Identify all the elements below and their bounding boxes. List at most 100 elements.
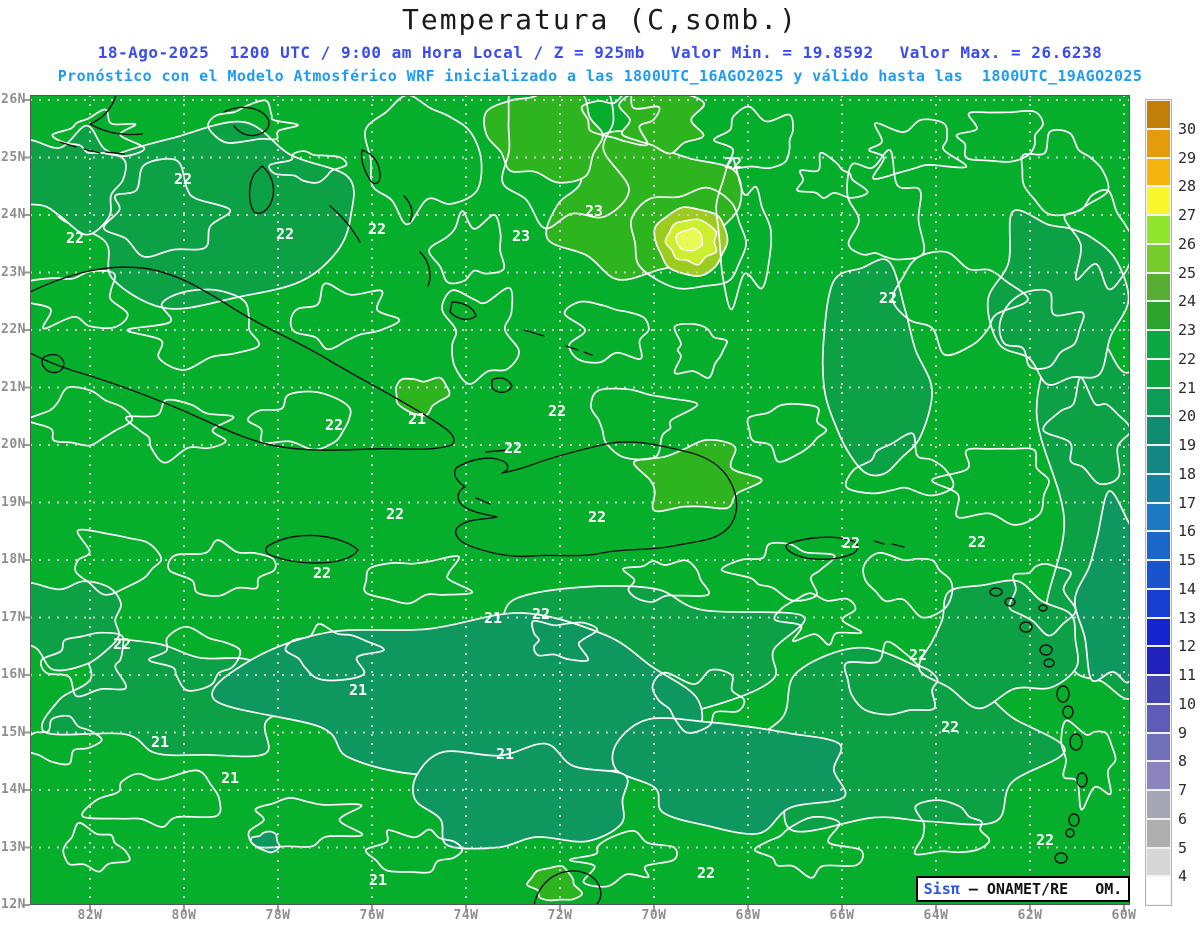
lat-label-18N: 18N [1, 552, 26, 567]
contour-label: 22 [386, 505, 404, 523]
forecast-datetime-line: 18-Ago-2025 1200 UTC / 9:00 am Hora Loca… [0, 43, 1200, 62]
colorbar-cell [1146, 243, 1171, 273]
colorbar-cell [1146, 703, 1171, 733]
colorbar-label-9: 9 [1178, 723, 1188, 742]
colorbar-label-24: 24 [1178, 292, 1197, 311]
contour-label: 23 [512, 227, 530, 245]
sispi-logo: Sisπ [923, 880, 960, 898]
colorbar-cell [1146, 330, 1171, 359]
colorbar-label-20: 20 [1178, 407, 1197, 426]
contour-label: 22 [113, 635, 131, 653]
colorbar-label-8: 8 [1178, 752, 1188, 771]
contour-label: 22 [276, 225, 294, 243]
colorbar-label-27: 27 [1178, 206, 1197, 224]
contour-label: 22 [588, 508, 606, 526]
colorbar-cell [1146, 128, 1171, 158]
colorbar-cell [1146, 617, 1171, 647]
contour-label: 22 [724, 154, 742, 172]
colorbar-label-21: 21 [1178, 378, 1197, 397]
lon-label-72W: 72W [547, 908, 573, 923]
lon-label-70W: 70W [641, 908, 667, 923]
colorbar-cell [1146, 358, 1171, 388]
contour-label: 22 [313, 564, 331, 582]
colorbar-label-26: 26 [1178, 234, 1197, 253]
lon-label-60W: 60W [1111, 908, 1137, 923]
lon-label-82W: 82W [77, 908, 103, 923]
page-title: Temperatura (C,somb.) [401, 3, 798, 36]
colorbar-cell [1146, 387, 1171, 417]
colorbar-label-5: 5 [1178, 838, 1188, 857]
contour-label: 21 [369, 871, 387, 889]
colorbar-label-19: 19 [1178, 436, 1197, 454]
lat-label-19N: 19N [1, 494, 26, 510]
wrf-temperature-map-page: Temperatura (C,somb.) 18-Ago-2025 1200 U… [0, 0, 1200, 927]
lat-label-15N: 15N [1, 724, 26, 740]
valor-max-text: Valor Max. = 26.6238 [899, 43, 1103, 62]
contour-label: 22 [532, 605, 550, 623]
colorbar-label-13: 13 [1178, 608, 1197, 627]
contour-label: 22 [941, 718, 959, 736]
contour-label: 21 [151, 733, 169, 751]
colorbar-label-28: 28 [1178, 177, 1197, 196]
contour-label: 22 [1036, 831, 1054, 849]
colorbar-label-17: 17 [1178, 493, 1197, 512]
colorbar-label-12: 12 [1178, 637, 1197, 656]
colorbar [1145, 99, 1172, 906]
contour-label: 23 [585, 202, 603, 220]
colorbar-cell [1146, 790, 1171, 819]
colorbar-cell [1146, 675, 1171, 704]
colorbar-label-11: 11 [1178, 666, 1197, 684]
contour-label: 22 [879, 289, 897, 307]
colorbar-cell [1146, 416, 1171, 445]
model-info-line: Pronóstico con el Modelo Atmosférico WRF… [57, 67, 1143, 85]
lon-label-80W: 80W [171, 908, 197, 923]
colorbar-label-29: 29 [1178, 148, 1197, 167]
contour-label: 21 [349, 681, 367, 699]
lat-label-17N: 17N [1, 609, 26, 625]
colorbar-cell [1146, 502, 1171, 532]
colorbar-cell [1146, 157, 1171, 187]
colorbar-cell [1146, 560, 1171, 589]
colorbar-label-23: 23 [1178, 321, 1197, 339]
credit-dash: – [959, 880, 987, 898]
colorbar-cell [1146, 473, 1171, 503]
contour-label: 22 [842, 534, 860, 552]
credit-suffix: OM. [1068, 880, 1123, 898]
lat-label-20N: 20N [1, 437, 26, 452]
lat-label-23N: 23N [1, 264, 26, 280]
colorbar-label-15: 15 [1178, 551, 1197, 569]
lon-label-78W: 78W [265, 908, 291, 923]
colorbar-label-10: 10 [1178, 694, 1197, 713]
lat-label-21N: 21N [1, 379, 26, 395]
contour-label: 22 [174, 170, 192, 188]
contour-label: 22 [548, 402, 566, 420]
lat-label-16N: 16N [1, 667, 26, 682]
map-canvas: 22 22 22 22 22 23 23 22 22 21 22 22 22 22 22 22 22 21 22 22… [23, 95, 1130, 912]
contour-label: 21 [408, 410, 426, 428]
contour-label: 21 [496, 745, 514, 763]
contour-label: 22 [368, 220, 386, 238]
contour-label: 22 [325, 416, 343, 434]
datetime-level-text: 18-Ago-2025 1200 UTC / 9:00 am Hora Loca… [97, 43, 645, 62]
lon-label-62W: 62W [1017, 908, 1043, 923]
lat-label-22N: 22N [1, 322, 26, 337]
contour-label: 22 [66, 229, 84, 247]
colorbar-cell [1146, 445, 1171, 474]
lat-label-14N: 14N [1, 782, 26, 797]
colorbar-label-18: 18 [1178, 464, 1197, 483]
lat-label-12N: 12N [1, 897, 26, 912]
lon-label-66W: 66W [829, 908, 855, 923]
colorbar-cell [1146, 100, 1171, 129]
contour-label: 22 [968, 533, 986, 551]
colorbar-cell [1146, 215, 1171, 244]
colorbar-cell [1146, 732, 1171, 762]
lat-label-13N: 13N [1, 839, 26, 855]
colorbar-cell [1146, 272, 1171, 302]
colorbar-label-22: 22 [1178, 349, 1197, 368]
colorbar-cell [1146, 761, 1171, 790]
colorbar-cell [1146, 186, 1171, 215]
colorbar-cell [1146, 646, 1171, 675]
contour-label: 22 [909, 646, 927, 664]
colorbar-label-16: 16 [1178, 522, 1197, 541]
contour-label: 22 [697, 864, 715, 882]
